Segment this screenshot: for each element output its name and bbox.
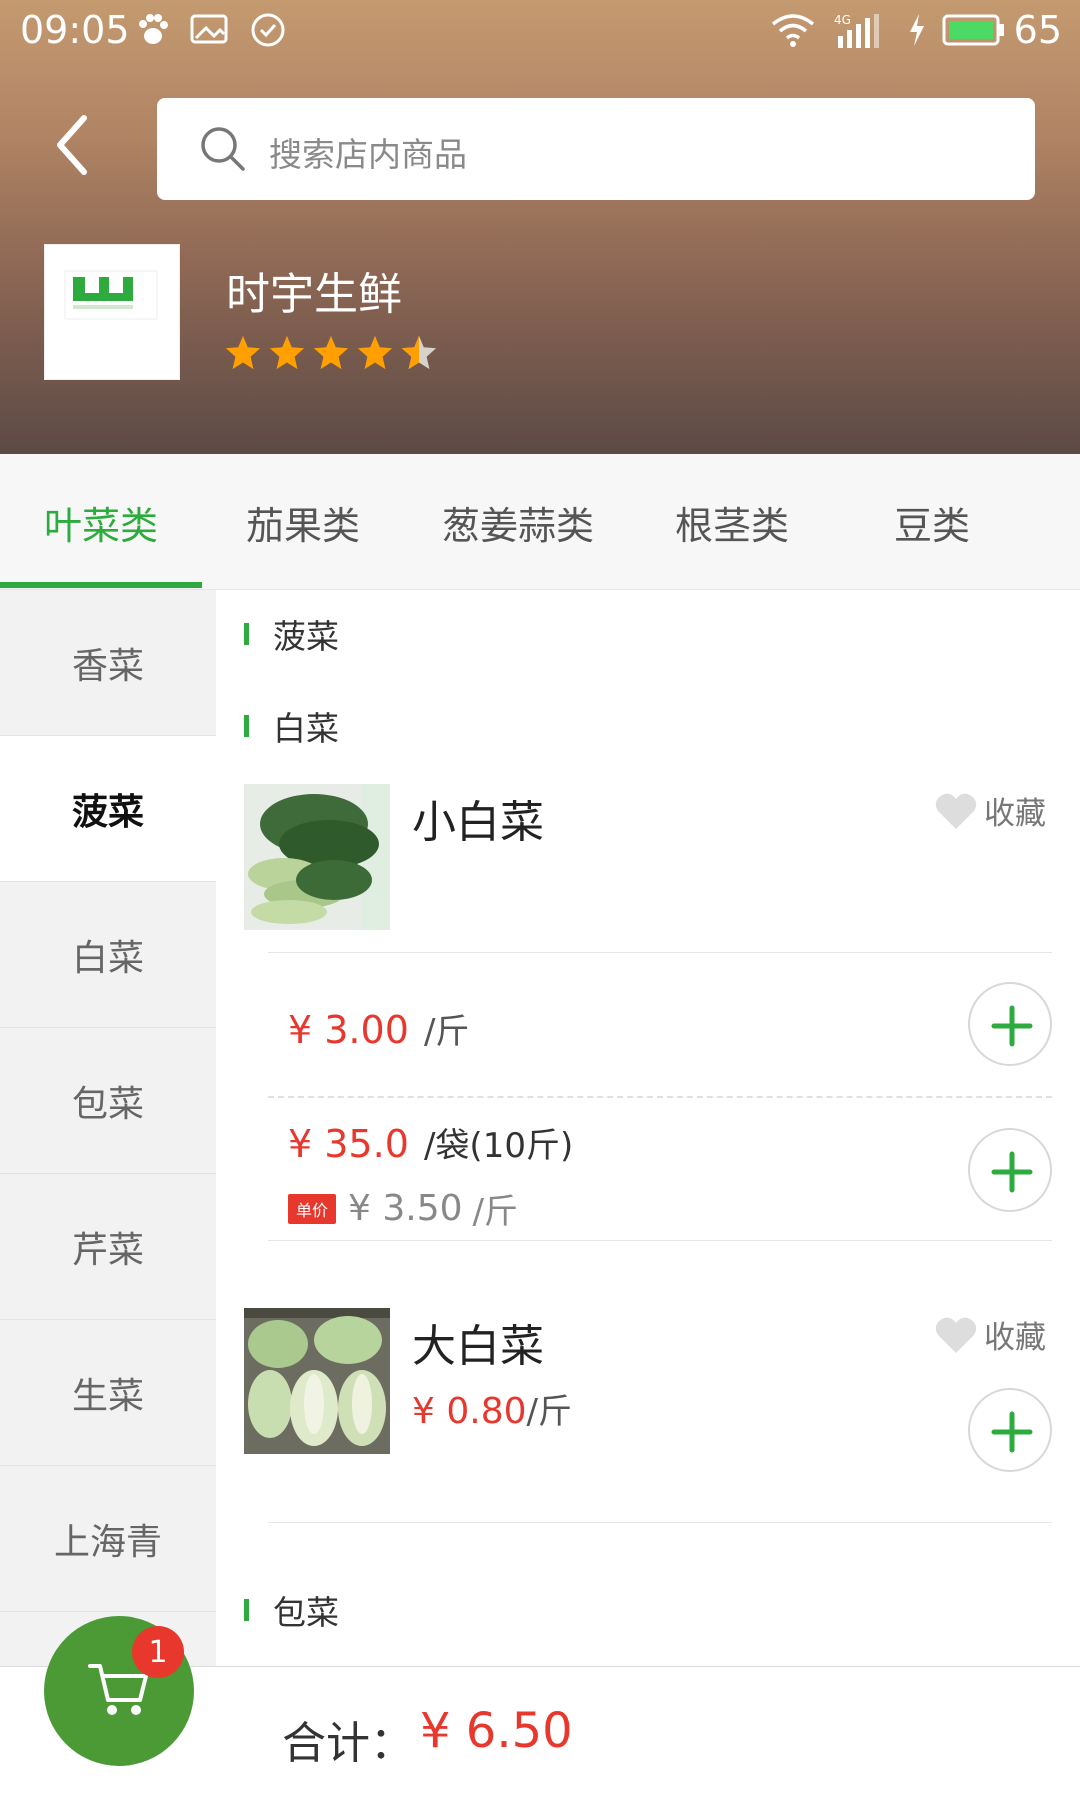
signal-icon: 4G (834, 13, 879, 48)
favorite-label: 收藏 (984, 796, 1046, 832)
status-time: 09:05 (20, 8, 130, 52)
product-image[interactable] (244, 784, 390, 930)
product-price-row: ¥ 0.80/斤 (412, 1384, 572, 1433)
tab-nightshade[interactable]: 茄果类 (202, 454, 404, 590)
gallery-icon (190, 14, 228, 44)
plus-icon (991, 1151, 1033, 1193)
favorite-button[interactable]: 收藏 (934, 788, 1046, 833)
store-header: 09:05 4G 65 搜索店内商品 时宇生鲜 (0, 0, 1080, 454)
product-price-row: ¥ 3.00 /斤 (288, 1004, 469, 1053)
sidebar-item-lettuce[interactable]: 生菜 (0, 1320, 216, 1466)
store-logo-mark (64, 270, 158, 320)
dashed-divider (268, 1096, 1052, 1098)
unit-price-unit: /斤 (472, 1192, 518, 1232)
tab-leafy[interactable]: 叶菜类 (0, 454, 202, 590)
sidebar-item-cabbage[interactable]: 包菜 (0, 1028, 216, 1174)
network-type: 4G (834, 13, 851, 27)
star-full-icon (357, 335, 393, 370)
search-icon (201, 127, 245, 171)
product-unit: /袋(10斤) (423, 1126, 574, 1166)
charging-icon (910, 14, 924, 46)
unit-price: ¥ 3.50 (348, 1188, 463, 1229)
product-list: 菠菜 白菜 小白菜 收藏 ¥ 3.00 /斤 ¥ 35.0 /袋(10斤) 单价… (216, 590, 1080, 1666)
section-marker (244, 623, 249, 645)
section-header: 菠菜 (244, 610, 339, 658)
category-tabbar: 叶菜类 茄果类 葱姜蒜类 根茎类 豆类 (0, 454, 1080, 590)
plus-icon (991, 1005, 1033, 1047)
add-to-cart-button[interactable] (968, 1388, 1052, 1472)
unit-price-tag: 单价 (288, 1193, 337, 1224)
paw-icon (139, 14, 168, 44)
battery-icon (942, 14, 1004, 46)
heart-icon (935, 1317, 977, 1353)
star-full-icon (313, 335, 349, 370)
product-price: ¥ 0.80 (412, 1391, 527, 1432)
tab-active-indicator (0, 582, 202, 588)
section-header: 包菜 (244, 1586, 339, 1634)
search-placeholder: 搜索店内商品 (269, 135, 467, 174)
status-bar: 09:05 4G 65 (0, 0, 1080, 62)
napa-cabbage-image (244, 1308, 390, 1454)
unit-price-row: 单价 ¥ 3.50 /斤 (288, 1184, 518, 1233)
plus-icon (991, 1411, 1033, 1453)
add-to-cart-button[interactable] (968, 982, 1052, 1066)
favorite-button[interactable]: 收藏 (934, 1312, 1046, 1357)
tab-onion-ginger-garlic[interactable]: 葱姜蒜类 (404, 454, 632, 590)
subcategory-sidebar: 香菜 菠菜 白菜 包菜 芹菜 生菜 上海青 (0, 590, 216, 1666)
section-header: 白菜 (244, 702, 339, 750)
check-circle-icon (251, 13, 285, 47)
product-price-row: ¥ 35.0 /袋(10斤) (288, 1118, 573, 1167)
product-name: 大白菜 (412, 1321, 544, 1372)
store-logo (44, 244, 180, 380)
favorite-label: 收藏 (984, 1320, 1046, 1356)
add-to-cart-button[interactable] (968, 1128, 1052, 1212)
product-price: ¥ 3.00 (288, 1008, 409, 1052)
section-marker (244, 715, 249, 737)
sidebar-item-shanghai-greens[interactable]: 上海青 (0, 1466, 216, 1612)
section-title: 白菜 (273, 709, 339, 748)
product-unit: /斤 (526, 1392, 572, 1432)
divider (268, 1240, 1052, 1241)
product-unit: /斤 (423, 1012, 470, 1052)
star-full-icon (269, 335, 305, 370)
total-value: ¥ 6.50 (420, 1703, 573, 1759)
bok-choy-image (244, 784, 390, 930)
sidebar-item-celery[interactable]: 芹菜 (0, 1174, 216, 1320)
section-marker (244, 1599, 249, 1621)
cart-count-badge: 1 (132, 1626, 184, 1678)
sidebar-item-spinach[interactable]: 菠菜 (0, 736, 216, 882)
heart-icon (935, 793, 977, 829)
chevron-left-icon (57, 115, 87, 175)
store-rating (224, 334, 438, 372)
wifi-icon (771, 14, 815, 47)
tab-root[interactable]: 根茎类 (632, 454, 832, 590)
sidebar-item-coriander[interactable]: 香菜 (0, 590, 216, 736)
product-name: 小白菜 (412, 797, 544, 848)
section-title: 包菜 (273, 1593, 339, 1632)
sidebar-item-chinese-cabbage[interactable]: 白菜 (0, 882, 216, 1028)
battery-level: 65 (1013, 8, 1062, 52)
star-full-icon (225, 335, 261, 370)
back-button[interactable] (50, 110, 110, 190)
store-name: 时宇生鲜 (226, 269, 402, 320)
tab-beans[interactable]: 豆类 (832, 454, 1032, 590)
product-price: ¥ 35.0 (288, 1122, 409, 1166)
divider (268, 1522, 1052, 1523)
total-label: 合计： (282, 1718, 414, 1769)
divider (268, 952, 1052, 953)
section-title: 菠菜 (273, 617, 339, 656)
product-image[interactable] (244, 1308, 390, 1454)
star-half-icon (401, 335, 437, 370)
search-input[interactable]: 搜索店内商品 (157, 98, 1035, 200)
